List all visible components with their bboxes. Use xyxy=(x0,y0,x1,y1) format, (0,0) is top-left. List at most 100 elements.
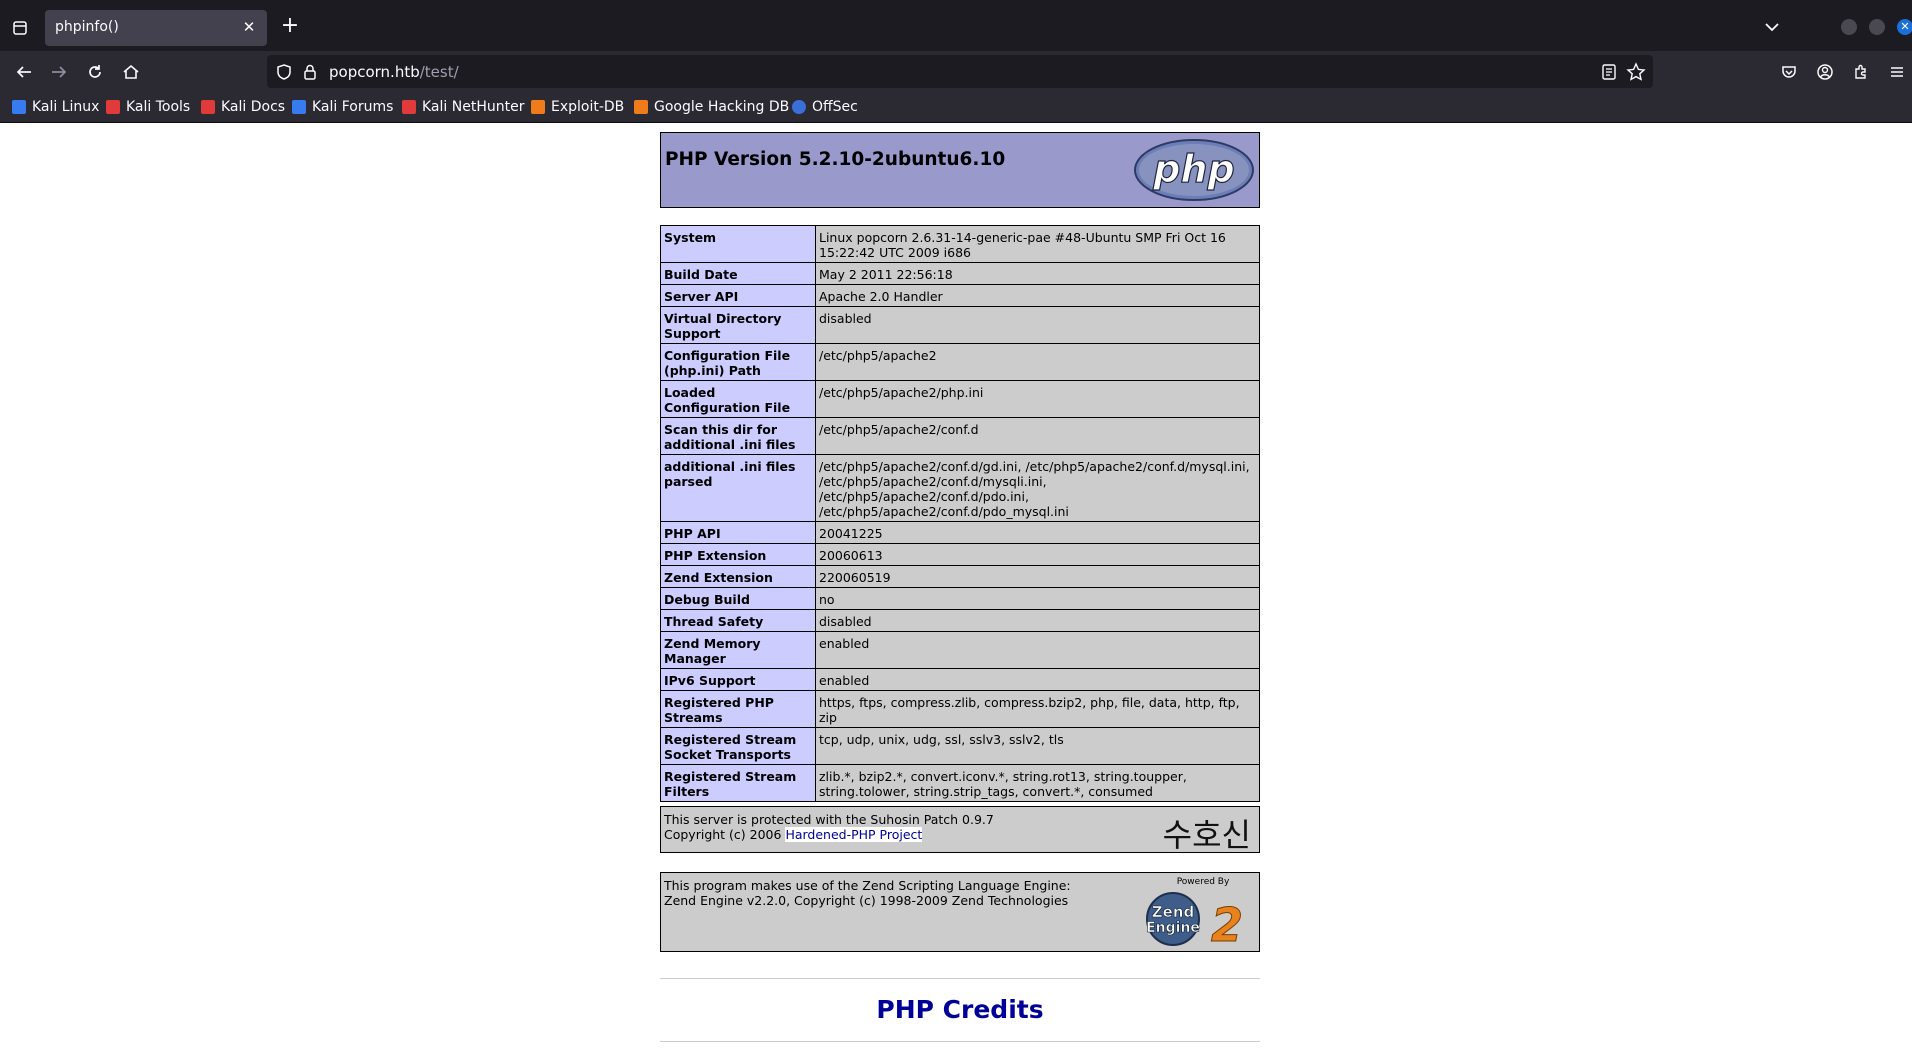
chevron-down-icon[interactable] xyxy=(1760,15,1784,39)
info-key: Configuration File (php.ini) Path xyxy=(660,343,816,381)
zend-engine-logo[interactable]: Powered By Zend Engine 2 xyxy=(1139,875,1257,949)
info-key: Debug Build xyxy=(660,587,816,610)
info-key: Build Date xyxy=(660,262,816,285)
info-row: IPv6 Support enabled xyxy=(660,668,1260,691)
info-key: additional .ini files parsed xyxy=(660,454,816,522)
bookmark-kali-tools[interactable]: Kali Tools xyxy=(106,98,190,116)
forward-arrow-icon[interactable] xyxy=(47,60,71,84)
info-key: Registered Stream Socket Transports xyxy=(660,727,816,765)
info-key: IPv6 Support xyxy=(660,668,816,691)
php-info-table-wrap: System Linux popcorn 2.6.31-14-generic-pa… xyxy=(660,225,1260,802)
url-host: popcorn.htb xyxy=(329,63,420,81)
info-value: Linux popcorn 2.6.31-14-generic-pae #48-… xyxy=(815,225,1260,263)
extensions-icon[interactable] xyxy=(1850,61,1872,83)
account-icon[interactable] xyxy=(1814,61,1836,83)
info-row: Build Date May 2 2011 22:56:18 xyxy=(660,262,1260,285)
exploit-db-icon xyxy=(531,100,545,114)
info-key: Registered PHP Streams xyxy=(660,690,816,728)
info-row: Registered PHP Streams https, ftps, compr… xyxy=(660,690,1260,728)
info-key: Virtual Directory Support xyxy=(660,306,816,344)
kali-dragon-icon xyxy=(12,100,26,114)
zend-text: This program makes use of the Zend Scrip… xyxy=(664,878,1071,908)
suhosin-line1: This server is protected with the Suhosi… xyxy=(664,812,994,827)
info-value: /etc/php5/apache2/conf.d/gd.ini, /etc/ph… xyxy=(815,454,1260,522)
zend-line2: Zend Engine v2.2.0, Copyright (c) 1998-2… xyxy=(664,893,1069,908)
info-row: Server API Apache 2.0 Handler xyxy=(660,284,1260,307)
menu-icon[interactable] xyxy=(1886,61,1908,83)
suhosin-text: This server is protected with the Suhosi… xyxy=(664,812,994,842)
info-row: Debug Build no xyxy=(660,587,1260,610)
info-value: no xyxy=(815,587,1260,610)
info-row: System Linux popcorn 2.6.31-14-generic-pa… xyxy=(660,225,1260,263)
navigation-toolbar: popcorn.htb/test/ xyxy=(0,51,1912,92)
suhosin-copyright: Copyright (c) 2006 xyxy=(664,827,786,842)
window-close-icon[interactable]: ✕ xyxy=(1897,19,1912,35)
divider xyxy=(660,1041,1260,1042)
info-row: Configuration File (php.ini) Path/etc/ph… xyxy=(660,343,1260,381)
tab-list-icon[interactable] xyxy=(8,17,32,39)
info-value: May 2 2011 22:56:18 xyxy=(815,262,1260,285)
info-row: Thread Safety disabled xyxy=(660,609,1260,632)
divider xyxy=(660,978,1260,979)
php-logo[interactable]: php xyxy=(1133,138,1255,202)
info-row: additional .ini files parsed/etc/php5/ap… xyxy=(660,454,1260,522)
shield-icon[interactable] xyxy=(275,63,293,81)
suhosin-logo[interactable]: 수호신 xyxy=(1163,810,1251,856)
maximize-icon[interactable] xyxy=(1869,19,1885,35)
url-text[interactable]: popcorn.htb/test/ xyxy=(329,63,459,81)
new-tab-icon[interactable]: + xyxy=(278,15,302,39)
ghdb-icon xyxy=(634,100,648,114)
page-content: PHP Version 5.2.10-2ubuntu6.10 php Syste… xyxy=(0,123,1912,1051)
minimize-icon[interactable] xyxy=(1841,19,1857,35)
php-version-header: PHP Version 5.2.10-2ubuntu6.10 php xyxy=(660,132,1260,208)
zend-logo-word1: Zend xyxy=(1152,903,1194,921)
info-row: Virtual Directory Support disabled xyxy=(660,306,1260,344)
bookmark-kali-forums[interactable]: Kali Forums xyxy=(292,98,393,116)
info-key: Registered Stream Filters xyxy=(660,764,816,802)
bookmark-offsec[interactable]: OffSec xyxy=(792,98,858,116)
zend-powered-by: Powered By xyxy=(1177,877,1230,887)
bookmark-kali-nethunter[interactable]: Kali NetHunter xyxy=(402,98,524,116)
php-info-table: System Linux popcorn 2.6.31-14-generic-pa… xyxy=(660,225,1260,802)
info-value: https, ftps, compress.zlib, compress.bzi… xyxy=(815,690,1260,728)
info-row: Zend Extension 220060519 xyxy=(660,565,1260,588)
bookmark-google-hacking-db[interactable]: Google Hacking DB xyxy=(634,98,789,116)
bookmark-star-icon[interactable] xyxy=(1626,62,1646,82)
info-row: PHP API 20041225 xyxy=(660,521,1260,544)
hardened-php-link[interactable]: Hardened-PHP Project xyxy=(785,827,923,842)
kali-docs-icon xyxy=(201,100,215,114)
close-icon[interactable]: ✕ xyxy=(239,17,259,37)
tab-bar: phpinfo() ✕ + ✕ xyxy=(0,0,1912,51)
page-title: PHP Version 5.2.10-2ubuntu6.10 xyxy=(665,149,1006,170)
info-key: Thread Safety xyxy=(660,609,816,632)
info-value: /etc/php5/apache2/conf.d xyxy=(815,417,1260,455)
back-arrow-icon[interactable] xyxy=(12,60,36,84)
info-row: Loaded Configuration File/etc/php5/apach… xyxy=(660,380,1260,418)
info-value: /etc/php5/apache2/php.ini xyxy=(815,380,1260,418)
info-key: Zend Memory Manager xyxy=(660,631,816,669)
info-row: Scan this dir for additional .ini files /… xyxy=(660,417,1260,455)
kali-forums-icon xyxy=(292,100,306,114)
lock-icon[interactable] xyxy=(301,63,319,81)
pocket-icon[interactable] xyxy=(1778,61,1800,83)
zend-box: This program makes use of the Zend Scrip… xyxy=(660,872,1260,952)
info-key: System xyxy=(660,225,816,263)
bookmark-exploit-db[interactable]: Exploit-DB xyxy=(531,98,624,116)
reload-icon[interactable] xyxy=(83,60,107,84)
home-icon[interactable] xyxy=(119,60,143,84)
suhosin-box: This server is protected with the Suhosi… xyxy=(660,806,1260,856)
url-path: /test/ xyxy=(419,63,459,81)
info-value: enabled xyxy=(815,631,1260,669)
url-bar[interactable]: popcorn.htb/test/ xyxy=(267,55,1653,88)
php-credits-heading[interactable]: PHP Credits xyxy=(660,995,1260,1024)
reader-view-icon[interactable] xyxy=(1600,63,1618,81)
info-key: PHP API xyxy=(660,521,816,544)
info-value: disabled xyxy=(815,609,1260,632)
info-row: PHP Extension 20060613 xyxy=(660,543,1260,566)
bookmark-kali-docs[interactable]: Kali Docs xyxy=(201,98,285,116)
zend-logo-number: 2 xyxy=(1211,898,1243,949)
bookmark-kali-linux[interactable]: Kali Linux xyxy=(12,98,99,116)
info-value: 20060613 xyxy=(815,543,1260,566)
info-key: PHP Extension xyxy=(660,543,816,566)
tab-phpinfo[interactable]: phpinfo() ✕ xyxy=(45,10,267,46)
